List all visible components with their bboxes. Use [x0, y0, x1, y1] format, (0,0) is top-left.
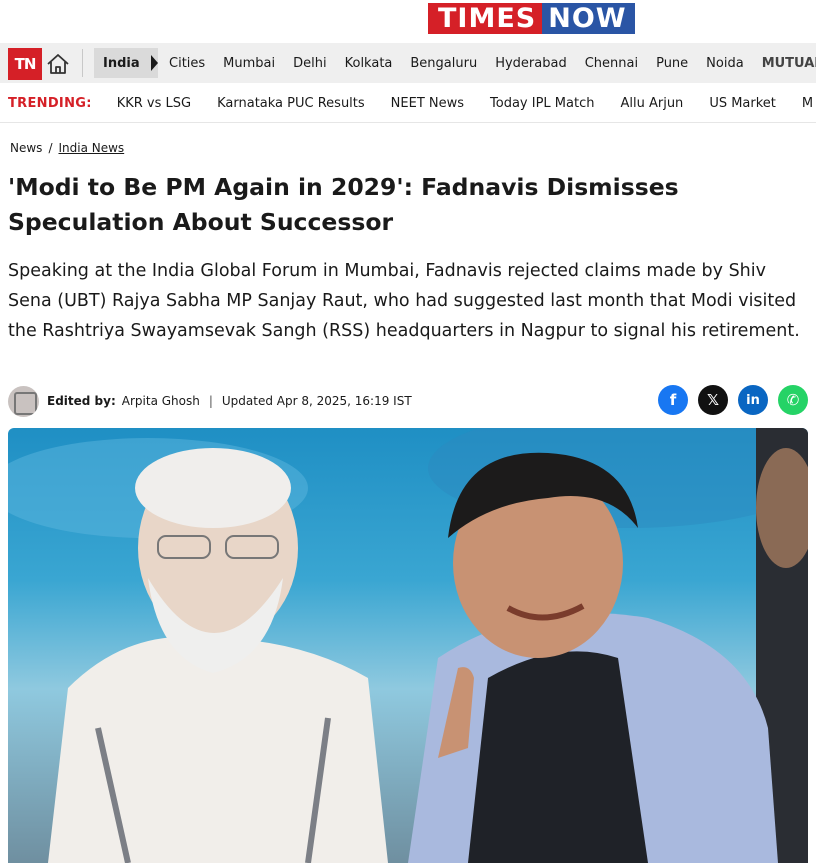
trending-item[interactable]: KKR vs LSG [117, 96, 191, 111]
nav-item-mutual[interactable]: MUTUAL [762, 56, 816, 71]
times-now-logo[interactable]: TIMES NOW [428, 3, 707, 34]
facebook-icon: f [669, 391, 677, 409]
trending-item[interactable]: Karnataka PUC Results [217, 96, 365, 111]
tn-logo[interactable]: TN [8, 48, 42, 80]
updated-timestamp: Updated Apr 8, 2025, 16:19 IST [221, 394, 412, 408]
nav-item-noida[interactable]: Noida [706, 56, 744, 71]
facebook-share-button[interactable]: f [658, 385, 688, 415]
nav-item-kolkata[interactable]: Kolkata [345, 56, 393, 71]
breadcrumb-separator: / [48, 141, 53, 155]
nav-item-mumbai[interactable]: Mumbai [223, 56, 275, 71]
nav-item-pune[interactable]: Pune [656, 56, 688, 71]
author-avatar[interactable] [8, 385, 39, 417]
article-hero-image [8, 428, 808, 863]
byline-separator: | [208, 394, 213, 408]
article-headline: 'Modi to Be PM Again in 2029': Fadnavis … [8, 173, 679, 236]
byline: Edited by: Arpita Ghosh | Updated Apr 8,… [8, 385, 412, 417]
x-share-button[interactable]: 𝕏 [698, 385, 728, 415]
breadcrumb: News / India News [10, 141, 124, 155]
whatsapp-icon: ✆ [786, 391, 800, 409]
breadcrumb-india-news[interactable]: India News [58, 141, 124, 155]
nav-item-label: India [103, 55, 140, 71]
trending-item[interactable]: M [802, 96, 813, 111]
trending-item[interactable]: NEET News [391, 96, 464, 111]
edited-by-label: Edited by: [47, 394, 116, 408]
x-icon: 𝕏 [706, 391, 720, 409]
trending-bar: TRENDING: KKR vs LSG Karnataka PUC Resul… [0, 85, 816, 123]
article-summary: Speaking at the India Global Forum in Mu… [8, 261, 800, 341]
brand-header: TIMES NOW [0, 0, 816, 43]
logo-times-text: TIMES [428, 3, 543, 34]
nav-divider [82, 49, 83, 77]
trending-label: TRENDING: [8, 96, 92, 111]
trending-item[interactable]: US Market [709, 96, 776, 111]
linkedin-icon: in [746, 392, 760, 408]
nav-item-delhi[interactable]: Delhi [293, 56, 326, 71]
nav-item-bengaluru[interactable]: Bengaluru [410, 56, 477, 71]
hero-photo [8, 428, 808, 863]
logo-now-text: NOW [542, 3, 635, 34]
home-icon[interactable] [45, 52, 71, 76]
editor-name[interactable]: Arpita Ghosh [122, 394, 200, 408]
nav-items: Cities Mumbai Delhi Kolkata Bengaluru Hy… [169, 43, 816, 83]
nav-item-india[interactable]: India [94, 48, 158, 78]
breadcrumb-news[interactable]: News [10, 141, 42, 155]
nav-item-chennai[interactable]: Chennai [585, 56, 638, 71]
linkedin-share-button[interactable]: in [738, 385, 768, 415]
trending-item[interactable]: Today IPL Match [490, 96, 594, 111]
nav-item-cities[interactable]: Cities [169, 56, 205, 71]
nav-item-hyderabad[interactable]: Hyderabad [495, 56, 567, 71]
main-nav: TN India Cities Mumbai Delhi Kolkata Ben… [0, 43, 816, 83]
trending-item[interactable]: Allu Arjun [620, 96, 683, 111]
chevron-right-icon [151, 55, 158, 71]
whatsapp-share-button[interactable]: ✆ [778, 385, 808, 415]
